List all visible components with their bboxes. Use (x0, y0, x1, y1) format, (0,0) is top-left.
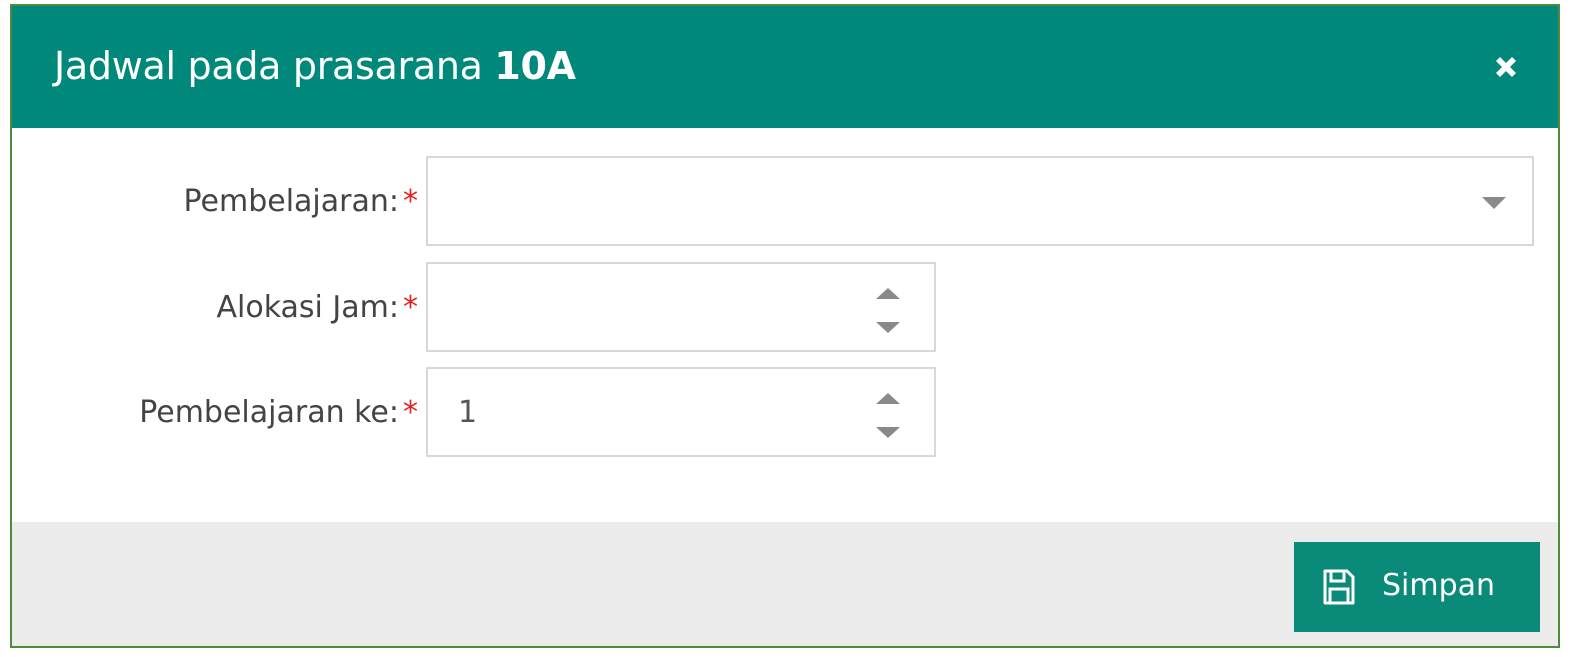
required-marker: * (403, 395, 418, 430)
pembelajaran-ke-label: Pembelajaran ke: * (139, 395, 418, 430)
dialog-header: Jadwal pada prasarana 10A (12, 6, 1558, 128)
alokasi-jam-label: Alokasi Jam: * (216, 290, 418, 325)
close-icon (1496, 57, 1516, 77)
alokasi-jam-label-text: Alokasi Jam: (216, 290, 399, 325)
dialog-title-room: 10A (494, 44, 576, 88)
schedule-dialog: Jadwal pada prasarana 10A Pembelajaran: *… (10, 4, 1560, 648)
floppy-disk-icon (1323, 569, 1355, 605)
required-marker: * (403, 184, 418, 219)
required-marker: * (403, 290, 418, 325)
spin-down-icon[interactable] (876, 322, 900, 333)
form-row-alokasi-jam: Alokasi Jam: * (12, 262, 1558, 352)
save-button[interactable]: Simpan (1294, 542, 1540, 632)
dialog-title-prefix: Jadwal pada prasarana (54, 44, 483, 88)
pembelajaran-ke-value: 1 (458, 395, 478, 430)
spin-up-icon[interactable] (876, 393, 900, 404)
spin-down-icon[interactable] (876, 427, 900, 438)
dialog-title: Jadwal pada prasarana 10A (54, 42, 576, 90)
chevron-down-icon[interactable] (1482, 197, 1506, 209)
alokasi-jam-input[interactable] (426, 262, 936, 352)
form-row-pembelajaran-ke: Pembelajaran ke: * 1 (12, 367, 1558, 457)
pembelajaran-select[interactable] (426, 156, 1534, 246)
form-row-pembelajaran: Pembelajaran: * (12, 156, 1558, 246)
spin-up-icon[interactable] (876, 288, 900, 299)
save-button-label: Simpan (1382, 568, 1496, 603)
pembelajaran-label: Pembelajaran: * (184, 184, 418, 219)
pembelajaran-ke-input[interactable]: 1 (426, 367, 936, 457)
dialog-footer: Simpan (12, 522, 1558, 646)
pembelajaran-label-text: Pembelajaran: (183, 184, 399, 219)
pembelajaran-ke-label-text: Pembelajaran ke: (139, 395, 399, 430)
close-button[interactable] (1490, 51, 1522, 83)
